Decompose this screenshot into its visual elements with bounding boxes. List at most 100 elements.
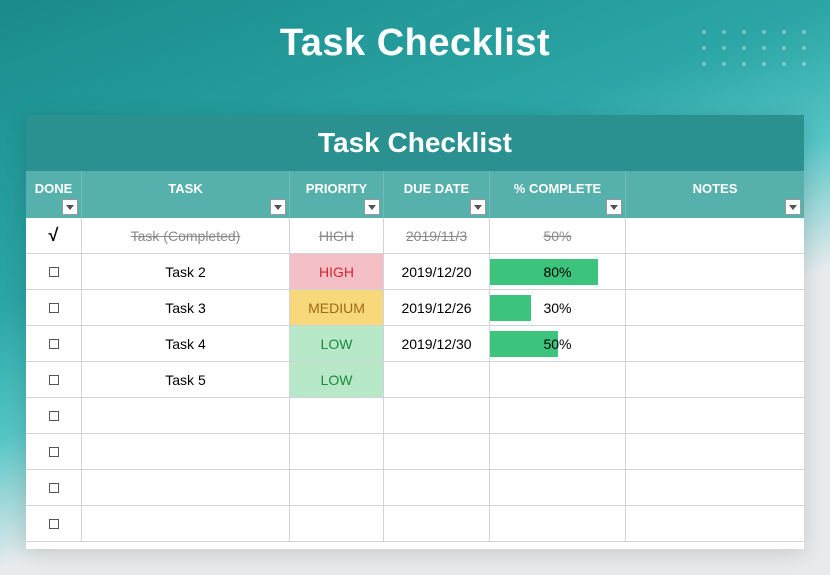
table-row[interactable] (26, 398, 804, 434)
filter-button-task[interactable] (270, 199, 286, 215)
progress-bar: 50% (490, 331, 625, 357)
task-text: Task 3 (165, 300, 205, 316)
cell-complete[interactable]: 50% (490, 218, 626, 253)
filter-button-done[interactable] (62, 199, 78, 215)
cell-complete[interactable] (490, 398, 626, 433)
cell-complete[interactable] (490, 470, 626, 505)
cell-notes[interactable] (626, 254, 804, 289)
cell-done[interactable] (26, 254, 82, 289)
filter-button-notes[interactable] (785, 199, 801, 215)
cell-complete[interactable]: 30% (490, 290, 626, 325)
table-row[interactable] (26, 434, 804, 470)
cell-complete[interactable]: 80% (490, 254, 626, 289)
table-row[interactable] (26, 470, 804, 506)
cell-done[interactable] (26, 290, 82, 325)
filter-button-priority[interactable] (364, 199, 380, 215)
cell-done[interactable] (26, 362, 82, 397)
cell-priority[interactable]: MEDIUM (290, 290, 384, 325)
priority-badge: MEDIUM (290, 290, 383, 325)
cell-due[interactable] (384, 434, 490, 469)
cell-notes[interactable] (626, 362, 804, 397)
cell-complete[interactable] (490, 362, 626, 397)
due-text: 2019/12/26 (401, 300, 471, 316)
cell-done[interactable] (26, 470, 82, 505)
priority-badge: LOW (290, 326, 383, 361)
cell-done[interactable] (26, 506, 82, 541)
filter-button-complete[interactable] (606, 199, 622, 215)
priority-badge: HIGH (290, 218, 383, 253)
cell-done[interactable] (26, 326, 82, 361)
checkbox-empty-icon (49, 303, 59, 313)
pct-text: 30% (490, 300, 625, 316)
checkbox-empty-icon (49, 519, 59, 529)
table-row[interactable]: Task 2 HIGH 2019/12/20 80% (26, 254, 804, 290)
cell-task[interactable]: Task 2 (82, 254, 290, 289)
cell-priority[interactable] (290, 470, 384, 505)
col-header-label: DUE DATE (404, 181, 469, 196)
cell-notes[interactable] (626, 398, 804, 433)
cell-priority[interactable] (290, 506, 384, 541)
col-header-notes: NOTES (626, 171, 804, 218)
table-row[interactable]: Task 3 MEDIUM 2019/12/26 30% (26, 290, 804, 326)
cell-notes[interactable] (626, 506, 804, 541)
cell-done[interactable] (26, 434, 82, 469)
pct-text: 50% (543, 228, 571, 244)
priority-badge: LOW (290, 362, 383, 397)
cell-notes[interactable] (626, 470, 804, 505)
cell-due[interactable] (384, 506, 490, 541)
cell-task[interactable] (82, 470, 290, 505)
table-row[interactable]: √ Task (Completed) HIGH 2019/11/3 50% (26, 218, 804, 254)
cell-due[interactable] (384, 398, 490, 433)
filter-button-due[interactable] (470, 199, 486, 215)
cell-task[interactable] (82, 434, 290, 469)
col-header-label: % COMPLETE (514, 181, 601, 196)
cell-priority[interactable]: HIGH (290, 254, 384, 289)
col-header-label: DONE (35, 181, 73, 196)
due-text: 2019/11/3 (406, 228, 467, 244)
col-header-label: PRIORITY (306, 181, 367, 196)
cell-done[interactable]: √ (26, 218, 82, 253)
due-text: 2019/12/30 (401, 336, 471, 352)
task-text: Task 2 (165, 264, 205, 280)
cell-complete[interactable] (490, 434, 626, 469)
cell-due[interactable]: 2019/12/20 (384, 254, 490, 289)
cell-due[interactable]: 2019/12/26 (384, 290, 490, 325)
cell-task[interactable]: Task 4 (82, 326, 290, 361)
checkbox-empty-icon (49, 375, 59, 385)
checkbox-empty-icon (49, 483, 59, 493)
table-row[interactable]: Task 5 LOW (26, 362, 804, 398)
cell-task[interactable] (82, 398, 290, 433)
cell-priority[interactable]: LOW (290, 326, 384, 361)
cell-complete[interactable]: 50% (490, 326, 626, 361)
table-body: √ Task (Completed) HIGH 2019/11/3 50% Task 2 H… (26, 218, 804, 549)
cell-task[interactable]: Task (Completed) (82, 218, 290, 253)
cell-priority[interactable] (290, 434, 384, 469)
decorative-dots (702, 30, 810, 66)
cell-priority[interactable] (290, 398, 384, 433)
cell-done[interactable] (26, 398, 82, 433)
cell-due[interactable] (384, 470, 490, 505)
cell-task[interactable] (82, 506, 290, 541)
col-header-priority: PRIORITY (290, 171, 384, 218)
cell-priority[interactable]: LOW (290, 362, 384, 397)
sheet-title: Task Checklist (26, 115, 804, 171)
cell-task[interactable]: Task 3 (82, 290, 290, 325)
cell-notes[interactable] (626, 290, 804, 325)
cell-due[interactable] (384, 362, 490, 397)
table-row[interactable] (26, 506, 804, 542)
cell-task[interactable]: Task 5 (82, 362, 290, 397)
due-text: 2019/12/20 (401, 264, 471, 280)
cell-complete[interactable] (490, 506, 626, 541)
spreadsheet: Task Checklist DONE TASK PRIORITY DUE DA… (26, 115, 804, 549)
cell-due[interactable]: 2019/12/30 (384, 326, 490, 361)
cell-priority[interactable]: HIGH (290, 218, 384, 253)
pct-text: 80% (490, 264, 625, 280)
cell-notes[interactable] (626, 326, 804, 361)
cell-notes[interactable] (626, 434, 804, 469)
table-row[interactable]: Task 4LOW 2019/12/30 50% (26, 326, 804, 362)
col-header-label: NOTES (693, 181, 738, 196)
task-text: Task 5 (165, 372, 205, 388)
cell-notes[interactable] (626, 218, 804, 253)
task-text: Task (Completed) (131, 228, 241, 244)
cell-due[interactable]: 2019/11/3 (384, 218, 490, 253)
